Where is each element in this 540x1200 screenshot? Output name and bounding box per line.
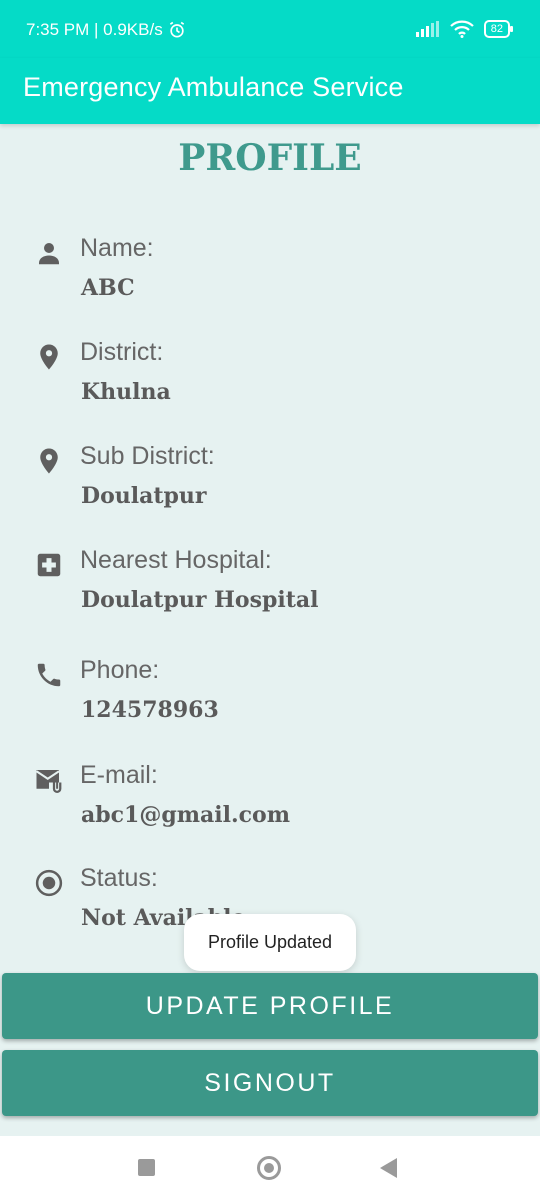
status-time-speed: 7:35 PM | 0.9KB/s [26,20,163,39]
status-left: 7:35 PM | 0.9KB/s [26,20,187,40]
status-bar: 7:35 PM | 0.9KB/s 82 [0,0,540,58]
app-bar: Emergency Ambulance Service [0,58,540,124]
signal-icon [415,21,439,37]
field-label: Nearest Hospital: [80,546,272,574]
page-title: PROFILE [178,137,362,179]
system-nav-bar [0,1136,540,1200]
field-value: 124578963 [81,697,219,723]
field-email: E-mail: abc1@gmail.com [0,761,540,851]
hospital-icon [37,553,61,577]
location-pin-icon [40,448,58,474]
recents-icon[interactable] [138,1159,155,1176]
field-phone: Phone: 124578963 [0,656,540,746]
field-value: ABC [81,275,135,301]
location-pin-icon [40,344,58,370]
field-label: Phone: [80,656,160,684]
field-label: Status: [80,864,158,892]
field-value: Khulna [81,379,171,405]
phone-icon [37,663,61,687]
field-label: Name: [80,234,154,262]
field-value: abc1@gmail.com [81,802,290,828]
field-label: E-mail: [80,761,158,789]
signout-button[interactable]: SIGNOUT [2,1050,538,1116]
field-district: District: Khulna [0,338,540,428]
toast-message: Profile Updated [184,914,356,971]
field-value: Doulatpur Hospital [81,587,319,613]
field-nearest-hospital: Nearest Hospital: Doulatpur Hospital [0,546,540,636]
field-name: Name: ABC [0,234,540,324]
email-icon [35,770,62,793]
battery-indicator: 82 [483,20,514,38]
field-label: District: [80,338,164,366]
status-right: 82 [415,20,514,38]
wifi-icon [449,20,474,38]
update-profile-button[interactable]: UPDATE PROFILE [2,973,538,1039]
field-label: Sub District: [80,442,215,470]
home-icon[interactable] [257,1156,281,1180]
app-title: Emergency Ambulance Service [23,72,404,102]
field-sub-district: Sub District: Doulatpur [0,442,540,532]
back-icon[interactable] [380,1158,397,1178]
person-icon [39,243,59,265]
field-value: Doulatpur [81,483,207,509]
alarm-icon [169,21,184,38]
radio-status-icon [35,869,63,897]
